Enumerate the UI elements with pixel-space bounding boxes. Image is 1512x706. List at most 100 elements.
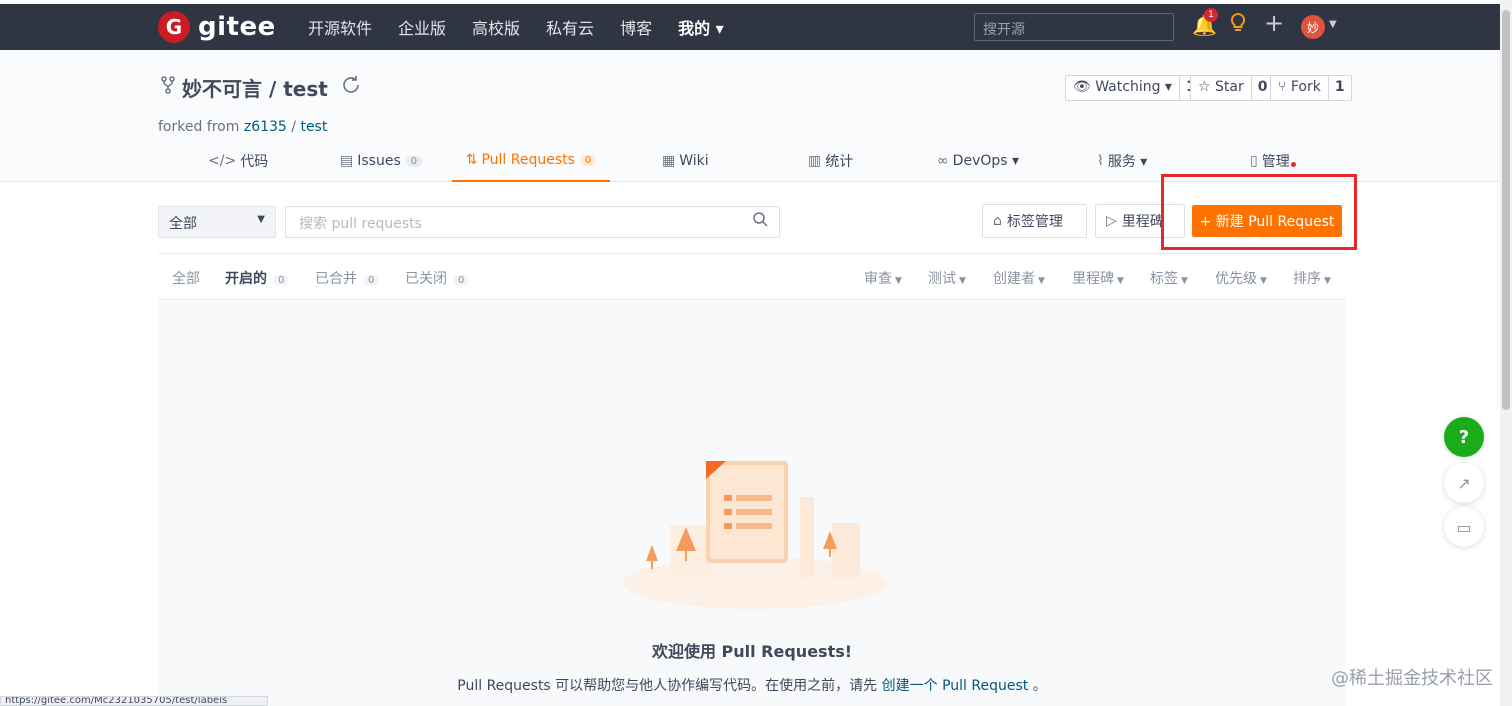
user-avatar[interactable]: 妙 xyxy=(1301,15,1325,39)
nav-enterprise[interactable]: 企业版 xyxy=(398,15,446,39)
filter-reviewer[interactable]: 审查 ▼ xyxy=(864,268,902,288)
chevron-down-icon: ▼ xyxy=(1181,276,1188,286)
filter-select-value: 全部 xyxy=(169,216,197,232)
star-icon: ☆ xyxy=(1198,79,1216,95)
annotation-highlight-box xyxy=(1161,174,1357,250)
tab-devops[interactable]: ∞ DevOps ▾ xyxy=(937,140,1019,182)
code-icon: </> xyxy=(208,153,237,169)
top-nav-menu: 开源软件 企业版 高校版 私有云 博客 我的 ▾ xyxy=(308,4,750,50)
avatar-caret-icon[interactable]: ▼ xyxy=(1329,19,1337,30)
filter-tester-label: 测试 xyxy=(928,271,956,287)
state-tab-merged[interactable]: 已合并 0 xyxy=(315,268,380,288)
filter-author-label: 创建者 xyxy=(993,271,1035,287)
filter-tester[interactable]: 测试 ▼ xyxy=(928,268,966,288)
issues-count-badge: 0 xyxy=(405,155,423,167)
filter-reviewer-label: 审查 xyxy=(864,271,892,287)
filter-sort-label: 排序 xyxy=(1293,271,1321,287)
share-floating-button[interactable]: ↗ xyxy=(1444,463,1484,503)
chevron-down-icon: ▼ xyxy=(1260,276,1267,286)
state-tab-all[interactable]: 全部 xyxy=(172,268,200,288)
watching-button[interactable]: 👁 Watching ▾ xyxy=(1066,76,1179,100)
tab-services[interactable]: ⌇ 服务 ▾ xyxy=(1097,140,1147,182)
page-scrollbar[interactable] xyxy=(1500,0,1512,706)
chevron-down-icon: ▼ xyxy=(895,276,902,286)
manage-icon: ▯ xyxy=(1250,153,1258,169)
gitee-logo[interactable]: G gitee xyxy=(158,11,276,43)
gitee-logo-text: gitee xyxy=(198,12,276,42)
infinity-icon: ∞ xyxy=(937,153,949,169)
search-icon[interactable] xyxy=(752,211,768,231)
chevron-down-icon: ▼ xyxy=(1117,276,1124,286)
filter-priority-label: 优先级 xyxy=(1215,271,1257,287)
merged-count-badge: 0 xyxy=(363,275,380,286)
create-plus-icon[interactable]: + xyxy=(1264,9,1284,37)
state-merged-label: 已合并 xyxy=(315,271,357,287)
repo-title: 妙不可言 / test xyxy=(160,73,362,102)
feedback-floating-button[interactable]: ▭ xyxy=(1444,507,1484,547)
manage-notification-dot xyxy=(1290,162,1296,167)
pr-search-input[interactable]: 搜索 pull requests xyxy=(285,206,780,238)
lightbulb-icon[interactable] xyxy=(1228,12,1248,39)
browser-status-url: https://gitee.com/Mc2321035705/test/labe… xyxy=(0,696,268,706)
star-label: Star xyxy=(1215,79,1244,95)
filter-sort[interactable]: 排序 ▼ xyxy=(1293,268,1331,288)
chat-icon: ▭ xyxy=(1456,517,1472,537)
star-button-group: ☆ Star 0 xyxy=(1190,75,1275,101)
watermark: @稀土掘金技术社区 xyxy=(1331,668,1493,689)
forked-from-label: forked from xyxy=(158,119,240,135)
star-button[interactable]: ☆ Star xyxy=(1191,76,1251,100)
tab-code[interactable]: </> 代码 xyxy=(208,140,268,182)
nav-mine-dropdown[interactable]: 我的 ▾ xyxy=(678,15,724,39)
watching-label: Watching ▾ xyxy=(1095,79,1172,95)
filter-priority[interactable]: 优先级 ▼ xyxy=(1215,268,1267,288)
tab-issues[interactable]: ▤ Issues 0 xyxy=(340,140,423,182)
tab-code-label: 代码 xyxy=(240,154,269,170)
filter-labels[interactable]: 标签 ▼ xyxy=(1150,268,1188,288)
tab-pull-requests[interactable]: ⇅ Pull Requests 0 xyxy=(452,140,610,182)
create-pull-request-link[interactable]: 创建一个 Pull Request xyxy=(882,678,1029,694)
state-closed-label: 已关闭 xyxy=(405,271,447,287)
chevron-down-icon: ▼ xyxy=(257,214,265,225)
tab-wiki[interactable]: ▦ Wiki xyxy=(662,140,709,182)
tab-wiki-label: Wiki xyxy=(679,153,709,169)
state-open-label: 开启的 xyxy=(225,271,267,287)
forked-repo-link[interactable]: test xyxy=(300,119,327,135)
global-search-input[interactable]: 搜开源 xyxy=(974,13,1174,41)
label-management-label: 标签管理 xyxy=(1006,214,1063,230)
chevron-down-icon: ▼ xyxy=(1324,276,1331,286)
forked-from-line: forked from z6135 / test xyxy=(158,119,327,135)
label-management-button[interactable]: ⌂ 标签管理 xyxy=(982,204,1087,238)
empty-state-illustration xyxy=(620,455,890,615)
nav-private-cloud[interactable]: 私有云 xyxy=(546,15,594,39)
state-tab-closed[interactable]: 已关闭 0 xyxy=(405,268,470,288)
filter-milestone-label: 里程碑 xyxy=(1072,271,1114,287)
fork-count[interactable]: 1 xyxy=(1327,76,1351,100)
fork-small-icon: ⑂ xyxy=(1278,79,1291,95)
closed-count-badge: 0 xyxy=(453,275,470,286)
nav-blog[interactable]: 博客 xyxy=(620,15,652,39)
pulse-icon: ⌇ xyxy=(1097,153,1104,169)
tab-issues-label: Issues xyxy=(357,153,401,169)
sync-icon[interactable] xyxy=(340,74,362,102)
filter-labels-label: 标签 xyxy=(1150,271,1178,287)
nav-open-source[interactable]: 开源软件 xyxy=(308,15,372,39)
chevron-down-icon: ▼ xyxy=(1038,276,1045,286)
chart-icon: ▥ xyxy=(808,153,822,169)
state-tab-open[interactable]: 开启的 0 xyxy=(225,268,290,288)
fork-button[interactable]: ⑂ Fork xyxy=(1271,76,1328,100)
tab-stats[interactable]: ▥ 统计 xyxy=(808,140,853,182)
pr-filter-select[interactable]: 全部 ▼ xyxy=(158,206,276,238)
filter-milestone[interactable]: 里程碑 ▼ xyxy=(1072,268,1124,288)
tag-icon: ⌂ xyxy=(993,213,1002,229)
scrollbar-thumb[interactable] xyxy=(1502,10,1510,410)
repo-name[interactable]: 妙不可言 / test xyxy=(182,73,328,102)
milestone-icon: ▷ xyxy=(1106,213,1117,229)
wiki-icon: ▦ xyxy=(662,153,676,169)
filter-author[interactable]: 创建者 ▼ xyxy=(993,268,1045,288)
eye-icon: 👁 xyxy=(1073,79,1096,95)
watch-button-group: 👁 Watching ▾ 1 xyxy=(1065,75,1203,101)
nav-education[interactable]: 高校版 xyxy=(472,15,520,39)
forked-owner-link[interactable]: z6135 xyxy=(244,119,287,135)
pulls-count-badge: 0 xyxy=(579,154,597,166)
help-floating-button[interactable]: ? xyxy=(1444,417,1484,457)
